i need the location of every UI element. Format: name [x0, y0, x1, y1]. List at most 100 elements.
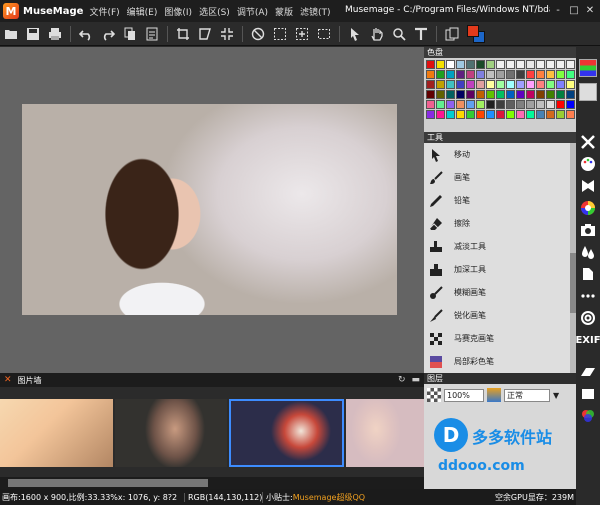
color-swatch[interactable] — [556, 70, 565, 79]
color-swatch[interactable] — [486, 90, 495, 99]
color-swatch[interactable] — [466, 80, 475, 89]
color-swatch[interactable] — [566, 70, 575, 79]
color-swatch[interactable] — [436, 110, 445, 119]
tool-eraser[interactable]: 擦除 — [424, 212, 570, 235]
redo-icon[interactable] — [97, 23, 119, 45]
color-swatch[interactable] — [506, 60, 515, 69]
photo-wall-scrollbar[interactable] — [0, 477, 424, 489]
layer-stack-icon[interactable] — [576, 383, 600, 405]
crop-icon[interactable] — [576, 175, 600, 197]
color-swatch[interactable] — [506, 100, 515, 109]
color-swatch[interactable] — [456, 70, 465, 79]
color-swatch[interactable] — [446, 80, 455, 89]
color-swatch[interactable] — [436, 90, 445, 99]
tool-mosaic-brush[interactable]: 马赛克画笔 — [424, 327, 570, 350]
canvas-photo[interactable] — [22, 104, 397, 315]
checkerboard-icon[interactable] — [427, 388, 441, 402]
color-swatch[interactable] — [446, 100, 455, 109]
color-swatch[interactable] — [506, 110, 515, 119]
color-swatch[interactable] — [436, 100, 445, 109]
color-swatch[interactable] — [486, 110, 495, 119]
copy-icon[interactable] — [119, 23, 141, 45]
color-swatch[interactable] — [426, 110, 435, 119]
color-swatch[interactable] — [446, 60, 455, 69]
color-swatch[interactable] — [476, 80, 485, 89]
rgb-channels-icon[interactable] — [576, 405, 600, 427]
color-swatch[interactable] — [546, 110, 555, 119]
close-button[interactable]: ✕ — [582, 2, 598, 18]
menu-filter[interactable]: 滤镜(T) — [300, 5, 331, 18]
photo-wall-close-button[interactable]: ✕ — [4, 375, 12, 385]
menu-mask[interactable]: 蒙版 — [275, 5, 293, 18]
color-swatch[interactable] — [506, 90, 515, 99]
color-swatch[interactable] — [546, 60, 555, 69]
color-swatch-selector[interactable] — [467, 24, 485, 43]
tip-content[interactable]: Musemage超级QQ — [293, 493, 365, 502]
crop-rotate-icon[interactable] — [172, 23, 194, 45]
color-swatch[interactable] — [426, 80, 435, 89]
color-swatch[interactable] — [516, 70, 525, 79]
fx-icon[interactable] — [576, 131, 600, 153]
color-swatch[interactable] — [566, 80, 575, 89]
color-swatch[interactable] — [456, 110, 465, 119]
color-swatch[interactable] — [426, 100, 435, 109]
color-swatch[interactable] — [476, 70, 485, 79]
refresh-icon[interactable]: ↻ — [398, 375, 406, 385]
color-swatch[interactable] — [486, 60, 495, 69]
color-swatch[interactable] — [486, 100, 495, 109]
color-swatch[interactable] — [546, 70, 555, 79]
menu-select[interactable]: 选区(S) — [199, 5, 230, 18]
color-swatch[interactable] — [476, 60, 485, 69]
color-swatch[interactable] — [426, 60, 435, 69]
color-swatch[interactable] — [566, 100, 575, 109]
hand-icon[interactable] — [366, 23, 388, 45]
color-swatch[interactable] — [446, 90, 455, 99]
color-swatch[interactable] — [536, 110, 545, 119]
color-swatch[interactable] — [516, 100, 525, 109]
color-swatch[interactable] — [526, 110, 535, 119]
color-swatch[interactable] — [526, 70, 535, 79]
minimize-button[interactable]: - — [550, 2, 566, 18]
color-swatch[interactable] — [506, 70, 515, 79]
tool-blur-brush[interactable]: 模糊画笔 — [424, 281, 570, 304]
color-swatch[interactable] — [516, 60, 525, 69]
folder-icon[interactable]: ▬ — [411, 375, 420, 385]
color-swatch[interactable] — [526, 90, 535, 99]
color-swatch[interactable] — [536, 60, 545, 69]
palette-icon[interactable] — [576, 153, 600, 175]
text-tool-icon[interactable] — [410, 23, 432, 45]
color-swatch[interactable] — [446, 70, 455, 79]
color-swatch[interactable] — [556, 60, 565, 69]
tool-brush[interactable]: 画笔 — [424, 166, 570, 189]
menu-file[interactable]: 文件(F) — [89, 5, 119, 18]
color-swatch[interactable] — [516, 80, 525, 89]
color-swatch[interactable] — [546, 100, 555, 109]
select-all-icon[interactable] — [269, 23, 291, 45]
paste-icon[interactable] — [141, 23, 163, 45]
color-swatch[interactable] — [546, 90, 555, 99]
pointer-icon[interactable] — [344, 23, 366, 45]
clone-icon[interactable] — [576, 263, 600, 285]
blend-mode-select[interactable]: 正常 — [504, 388, 550, 402]
color-swatch[interactable] — [526, 60, 535, 69]
color-swatch[interactable] — [516, 90, 525, 99]
scrollbar-thumb[interactable] — [8, 479, 208, 487]
color-swatch[interactable] — [436, 70, 445, 79]
tool-burn[interactable]: 加深工具 — [424, 258, 570, 281]
undo-icon[interactable] — [75, 23, 97, 45]
color-swatch[interactable] — [546, 80, 555, 89]
tool-pencil[interactable]: 铅笔 — [424, 189, 570, 212]
color-swatch[interactable] — [536, 100, 545, 109]
color-swatch[interactable] — [466, 110, 475, 119]
select-add-icon[interactable] — [291, 23, 313, 45]
palette-toggle-icon[interactable] — [579, 59, 597, 77]
color-swatch[interactable] — [496, 70, 505, 79]
color-swatch[interactable] — [566, 110, 575, 119]
save-icon[interactable] — [22, 23, 44, 45]
color-swatch[interactable] — [526, 80, 535, 89]
color-swatch[interactable] — [456, 60, 465, 69]
color-swatch[interactable] — [476, 90, 485, 99]
color-swatch[interactable] — [426, 90, 435, 99]
layers-stack-icon[interactable] — [487, 388, 501, 402]
color-swatch[interactable] — [526, 100, 535, 109]
